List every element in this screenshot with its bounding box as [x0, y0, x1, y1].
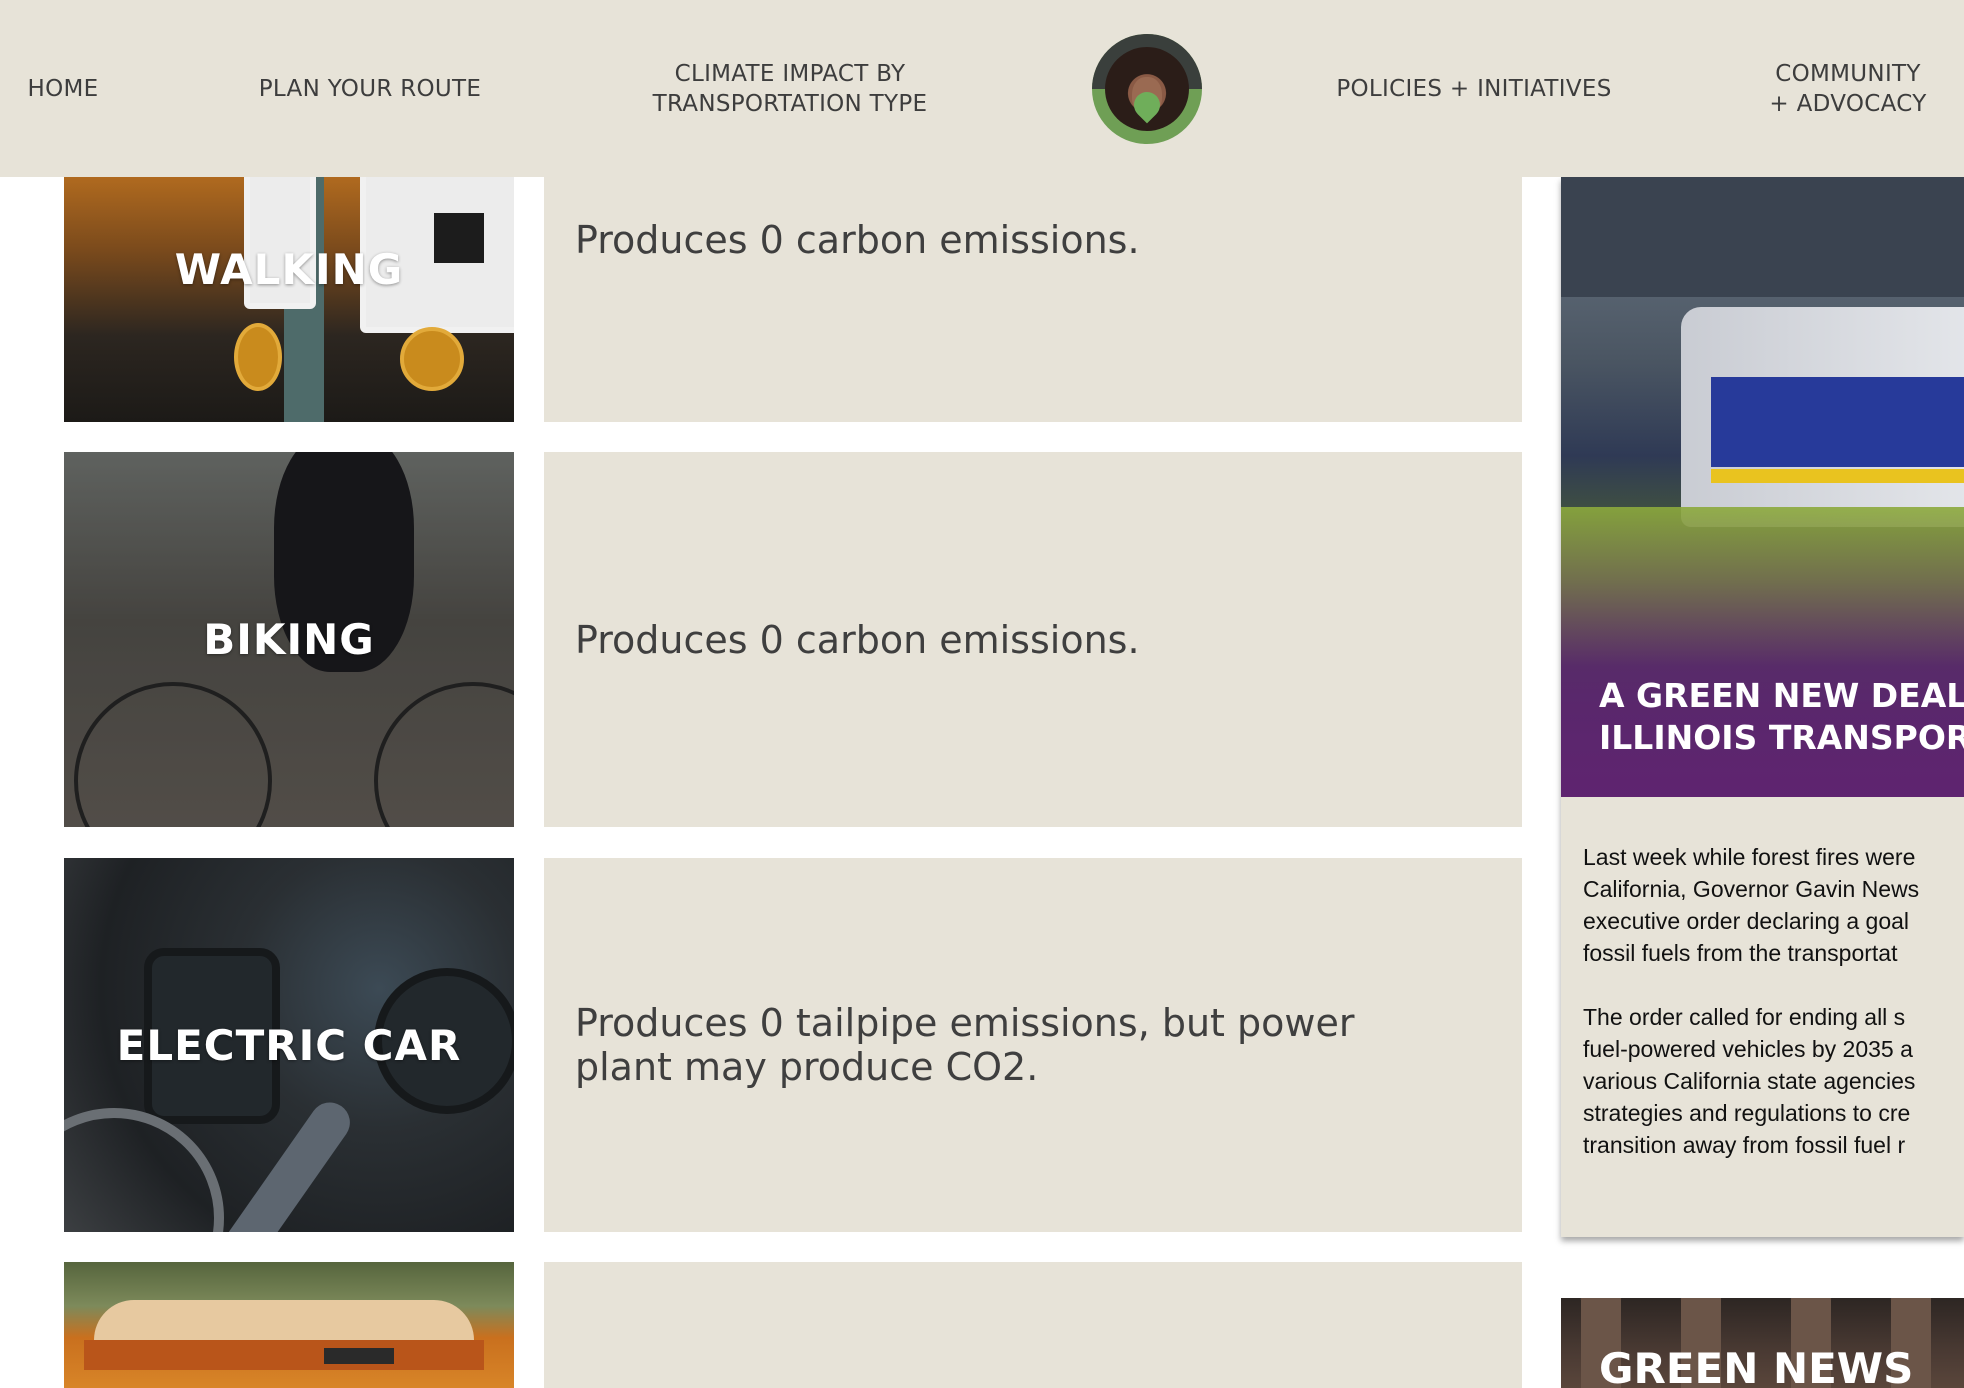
biking-description-panel: Produces 0 carbon emissions. [544, 452, 1522, 827]
article-card[interactable]: A GREEN NEW DEAL F ILLINOIS TRANSPORT La… [1561, 177, 1964, 1237]
excerpt-line: executive order declaring a goal [1583, 908, 1910, 934]
excerpt-line: fossil fuels from the transportat [1583, 940, 1898, 966]
walking-description: Produces 0 carbon emissions. [575, 217, 1140, 262]
streetcar-image-card[interactable] [64, 1262, 514, 1388]
biking-image-card[interactable]: BIKING [64, 452, 514, 827]
electric-car-description-panel: Produces 0 tailpipe emissions, but power… [544, 858, 1522, 1232]
nav-community-advocacy[interactable]: COMMUNITY + ADVOCACY [1750, 0, 1946, 177]
article-excerpt: Last week while forest fires were Califo… [1583, 841, 1964, 1193]
green-news-title: GREEN NEWS [1599, 1344, 1914, 1388]
nav-home[interactable]: HOME [0, 0, 126, 177]
electric-car-image-card[interactable]: ELECTRIC CAR [64, 858, 514, 1232]
biking-description: Produces 0 carbon emissions. [575, 617, 1140, 662]
top-nav: HOME PLAN YOUR ROUTE CLIMATE IMPACT BY T… [0, 0, 1964, 177]
streetcar-description-panel [544, 1262, 1522, 1388]
avatar-location-pin-icon[interactable] [1092, 34, 1202, 144]
excerpt-line: California, Governor Gavin News [1583, 876, 1920, 902]
electric-car-label: ELECTRIC CAR [116, 1020, 462, 1070]
excerpt-line: transition away from fossil fuel r [1583, 1132, 1906, 1158]
walking-image-card[interactable]: WALKING [64, 177, 514, 422]
electric-car-description: Produces 0 tailpipe emissions, but power… [575, 1001, 1355, 1089]
green-news-card[interactable]: GREEN NEWS [1561, 1298, 1964, 1388]
walking-description-panel: Produces 0 carbon emissions. [544, 177, 1522, 422]
excerpt-line: The order called for ending all s [1583, 1004, 1906, 1030]
excerpt-line: various California state agencies [1583, 1068, 1916, 1094]
nav-plan-your-route[interactable]: PLAN YOUR ROUTE [238, 0, 502, 177]
nav-climate-impact[interactable]: CLIMATE IMPACT BY TRANSPORTATION TYPE [620, 0, 960, 177]
walking-photo [64, 177, 514, 422]
excerpt-line: strategies and regulations to cre [1583, 1100, 1911, 1126]
streetcar-photo [64, 1262, 514, 1388]
excerpt-line: Last week while forest fires were [1583, 844, 1916, 870]
walking-label: WALKING [174, 245, 404, 294]
nav-policies-initiatives[interactable]: POLICIES + INITIATIVES [1318, 0, 1630, 177]
train-photo: A GREEN NEW DEAL F ILLINOIS TRANSPORT [1561, 177, 1964, 797]
article-title[interactable]: A GREEN NEW DEAL F ILLINOIS TRANSPORT [1599, 675, 1964, 759]
biking-label: BIKING [203, 615, 375, 664]
excerpt-line: fuel-powered vehicles by 2035 a [1583, 1036, 1913, 1062]
